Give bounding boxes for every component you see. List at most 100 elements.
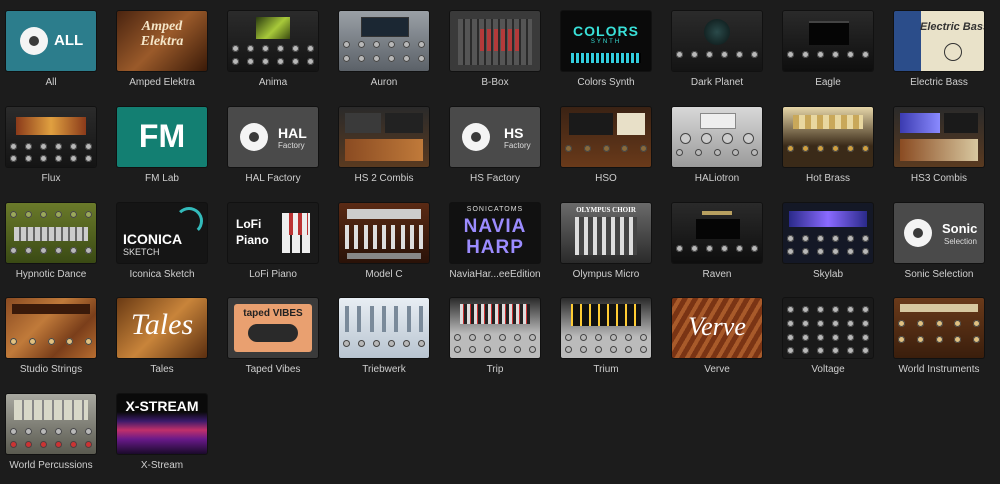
- tile-hypnotic-dance[interactable]: Hypnotic Dance: [0, 203, 111, 291]
- tile-label: Electric Bass: [910, 77, 968, 88]
- tile-label: Auron: [370, 77, 398, 88]
- tile-auron[interactable]: Auron: [333, 11, 444, 99]
- tile-taped-vibes[interactable]: taped VIBES Taped Vibes: [222, 298, 333, 386]
- tile-label: Dark Planet: [690, 77, 744, 88]
- tile-label: Anima: [258, 77, 288, 88]
- tile-label: LoFi Piano: [249, 269, 297, 280]
- tile-all[interactable]: ALL All: [0, 11, 111, 99]
- tile-label: Model C: [365, 269, 403, 280]
- sonic-selection-thumbnail: Sonic Selection: [894, 203, 984, 263]
- tile-colors-synth[interactable]: COLORS SYNTH Colors Synth: [555, 11, 666, 99]
- tile-label: HSO: [595, 173, 617, 184]
- hso-thumbnail: [561, 107, 651, 167]
- tile-voltage[interactable]: Voltage: [777, 298, 888, 386]
- tile-hs-factory[interactable]: HS Factory HS Factory: [444, 107, 555, 195]
- tile-label: World Percussions: [9, 460, 93, 471]
- tile-lofi-piano[interactable]: LoFi Piano LoFi Piano: [222, 203, 333, 291]
- tile-world-percussions[interactable]: World Percussions: [0, 394, 111, 482]
- hot-brass-thumbnail: [783, 107, 873, 167]
- tile-label: World Instruments: [898, 364, 980, 375]
- thumb-title: ICONICA: [123, 231, 183, 247]
- tile-label: Hypnotic Dance: [15, 269, 87, 280]
- tile-label: Taped Vibes: [245, 364, 301, 375]
- tile-sonic-selection[interactable]: Sonic Selection Sonic Selection: [888, 203, 999, 291]
- thumb-title: Sonic: [942, 221, 978, 236]
- thumb-subtitle: Factory: [278, 141, 305, 150]
- studio-strings-thumbnail: [6, 298, 96, 358]
- tile-verve[interactable]: Verve Verve: [666, 298, 777, 386]
- tile-x-stream[interactable]: X-STREAM X-Stream: [111, 394, 222, 482]
- tile-hs2-combis[interactable]: HS 2 Combis: [333, 107, 444, 195]
- tile-dark-planet[interactable]: Dark Planet: [666, 11, 777, 99]
- tile-amped-elektra[interactable]: Amped Elektra Amped Elektra: [111, 11, 222, 99]
- colors-synth-thumbnail: COLORS SYNTH: [561, 11, 651, 71]
- thumb-subtitle: Factory: [504, 141, 531, 150]
- dpad-icon: [462, 123, 490, 151]
- tile-trium[interactable]: Trium: [555, 298, 666, 386]
- olympus-micro-thumbnail: OLYMPUS CHOIR: [561, 203, 651, 263]
- tile-trip[interactable]: Trip: [444, 298, 555, 386]
- thumb-title: Tales: [130, 308, 194, 341]
- thumb-subtitle: Selection: [944, 237, 977, 246]
- tile-label: HALiotron: [694, 173, 740, 184]
- hs2-combis-thumbnail: [339, 107, 429, 167]
- tile-label: Eagle: [815, 77, 841, 88]
- b-box-thumbnail: [450, 11, 540, 71]
- thumb-title: Verve: [688, 312, 746, 341]
- thumb-title: X-STREAM: [125, 398, 199, 414]
- tile-label: HS Factory: [469, 173, 520, 184]
- electric-bass-thumbnail: Electric Bass: [894, 11, 984, 71]
- thumb-title: HAL: [278, 125, 307, 141]
- tile-electric-bass[interactable]: Electric Bass Electric Bass: [888, 11, 999, 99]
- tile-olympus-micro[interactable]: OLYMPUS CHOIR Olympus Micro: [555, 203, 666, 291]
- world-instruments-thumbnail: [894, 298, 984, 358]
- tile-flux[interactable]: Flux: [0, 107, 111, 195]
- thumb-subtitle: Piano: [236, 233, 269, 247]
- thumb-title: taped VIBES: [243, 308, 303, 319]
- tile-hs3-combis[interactable]: HS3 Combis: [888, 107, 999, 195]
- tile-label: FM Lab: [145, 173, 179, 184]
- tile-label: Trip: [486, 364, 504, 375]
- tile-naviaharp[interactable]: SONICATOMS NAVIA HARP NaviaHar...eeEditi…: [444, 203, 555, 291]
- tile-skylab[interactable]: Skylab: [777, 203, 888, 291]
- tile-anima[interactable]: Anima: [222, 11, 333, 99]
- tile-hso[interactable]: HSO: [555, 107, 666, 195]
- tile-label: NaviaHar...eeEdition: [449, 269, 541, 280]
- amped-elektra-thumbnail: Amped Elektra: [117, 11, 207, 71]
- tile-label: Iconica Sketch: [129, 269, 195, 280]
- thumb-subtitle: SKETCH: [123, 247, 160, 257]
- tile-label: Trium: [593, 364, 619, 375]
- tile-world-instruments[interactable]: World Instruments: [888, 298, 999, 386]
- voltage-thumbnail: [783, 298, 873, 358]
- model-c-thumbnail: [339, 203, 429, 263]
- thumb-title: ALL: [54, 32, 84, 49]
- eagle-thumbnail: [783, 11, 873, 71]
- anima-thumbnail: [228, 11, 318, 71]
- tile-b-box[interactable]: B-Box: [444, 11, 555, 99]
- tile-hal-factory[interactable]: HAL Factory HAL Factory: [222, 107, 333, 195]
- verve-thumbnail: Verve: [672, 298, 762, 358]
- tile-label: Flux: [41, 173, 61, 184]
- tile-label: B-Box: [481, 77, 509, 88]
- thumb-title: FM: [138, 118, 186, 154]
- tile-eagle[interactable]: Eagle: [777, 11, 888, 99]
- tile-label: Verve: [704, 364, 730, 375]
- hs-factory-thumbnail: HS Factory: [450, 107, 540, 167]
- tile-hot-brass[interactable]: Hot Brass: [777, 107, 888, 195]
- tile-iconica-sketch[interactable]: ICONICA SKETCH Iconica Sketch: [111, 203, 222, 291]
- x-stream-thumbnail: X-STREAM: [117, 394, 207, 454]
- tile-label: Colors Synth: [577, 77, 635, 88]
- tile-haliotron[interactable]: HALiotron: [666, 107, 777, 195]
- tile-tales[interactable]: Tales Tales: [111, 298, 222, 386]
- tile-label: X-Stream: [140, 460, 184, 471]
- thumb-subtitle: HARP: [466, 237, 524, 258]
- tile-model-c[interactable]: Model C: [333, 203, 444, 291]
- thumb-title: Amped Elektra: [140, 19, 184, 49]
- all-thumbnail: ALL: [6, 11, 96, 71]
- tile-triebwerk[interactable]: Triebwerk: [333, 298, 444, 386]
- tile-fm-lab[interactable]: FM FM Lab: [111, 107, 222, 195]
- tile-label: Olympus Micro: [572, 269, 640, 280]
- tile-studio-strings[interactable]: Studio Strings: [0, 298, 111, 386]
- iconica-sketch-thumbnail: ICONICA SKETCH: [117, 203, 207, 263]
- tile-raven[interactable]: Raven: [666, 203, 777, 291]
